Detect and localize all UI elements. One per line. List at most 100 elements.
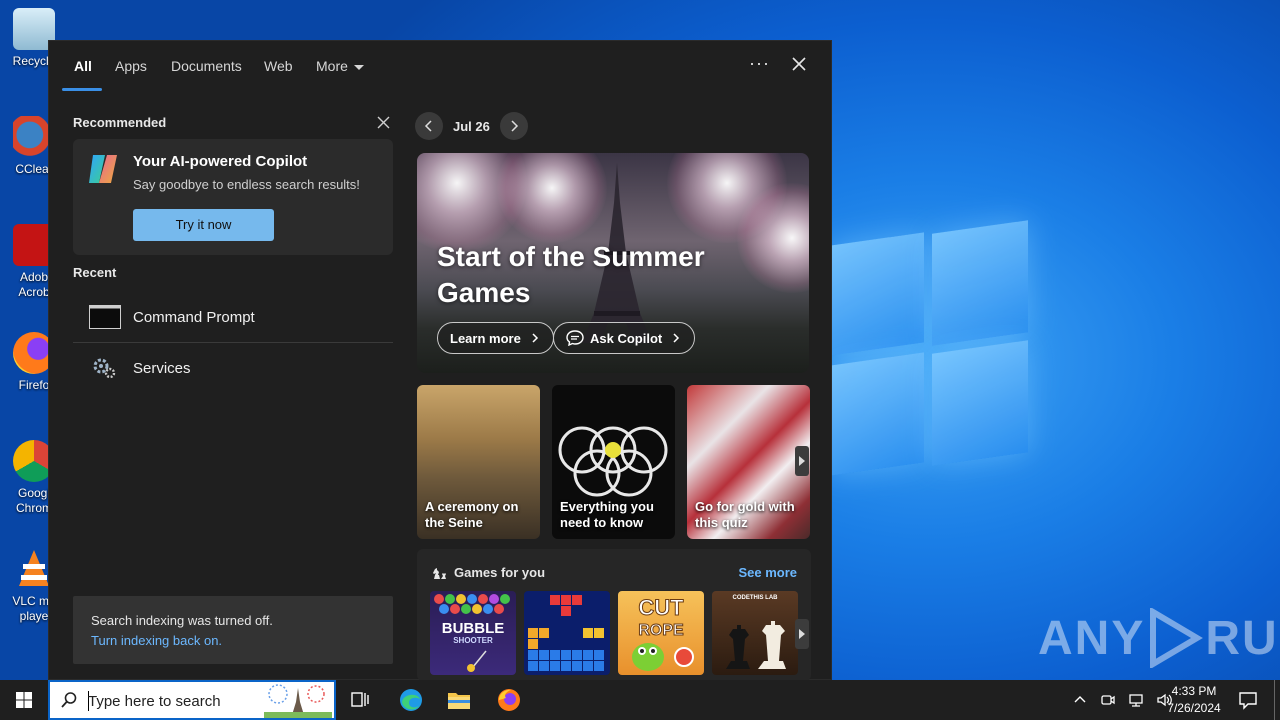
chess-image: CODETHIS LAB	[726, 595, 786, 669]
search-highlight-eiffel-icon	[264, 684, 332, 718]
svg-text:BUBBLE: BUBBLE	[442, 620, 505, 637]
task-view-icon	[351, 692, 369, 707]
copilot-card-title: Your AI-powered Copilot	[133, 153, 308, 170]
cut-the-rope-image: CUT ROPE	[632, 595, 694, 671]
windows-logo-wallpaper	[830, 220, 1030, 480]
search-tabs: All Apps Documents Web More ···	[49, 41, 833, 93]
clock-time: 4:33 PM	[1171, 684, 1217, 698]
meet-now-icon[interactable]	[1100, 692, 1116, 708]
search-panel: All Apps Documents Web More ··· Recommen…	[48, 40, 833, 681]
firefox-icon	[498, 689, 520, 711]
chevron-right-icon	[511, 120, 518, 132]
indexing-message: Search indexing was turned off.	[91, 613, 273, 628]
tab-apps[interactable]: Apps	[115, 58, 147, 74]
card-caption: Everything you need to know	[560, 499, 654, 530]
chevron-left-icon	[424, 120, 432, 132]
close-panel-button[interactable]	[791, 56, 807, 77]
chevron-right-icon	[799, 629, 805, 639]
games-section: Games for you See more BUBBLE SHOOTER CU…	[417, 549, 811, 681]
clock-date: 7/26/2024	[1167, 701, 1221, 715]
windows-start-icon	[16, 692, 32, 708]
svg-text:SHOOTER: SHOOTER	[453, 636, 493, 645]
edge-icon	[400, 689, 422, 711]
taskbar-edge[interactable]	[397, 686, 425, 714]
dismiss-recommended-button[interactable]	[377, 116, 390, 134]
games-scroll-right-button[interactable]	[795, 619, 809, 649]
recent-item-command-prompt[interactable]: Command Prompt	[73, 292, 393, 342]
notification-icon	[1239, 692, 1257, 710]
hero-title: Start of the Summer Games	[437, 241, 705, 308]
chevron-right-icon	[532, 333, 538, 343]
gear-icon	[93, 358, 116, 379]
ask-copilot-button[interactable]: Ask Copilot	[553, 322, 696, 354]
desktop-icon-label: Adob Acrob	[18, 270, 50, 299]
blocks-image	[528, 595, 604, 671]
copilot-promo-card[interactable]: Your AI-powered Copilot Say goodbye to e…	[73, 139, 393, 255]
bubble-shooter-image: BUBBLE SHOOTER	[434, 594, 510, 672]
hero-card[interactable]: Start of the Summer Games Learn more Ask…	[417, 153, 809, 373]
desktop-icon-label: Firefo	[18, 378, 50, 392]
chevron-right-icon	[673, 333, 680, 343]
anyrun-watermark: ANY RUN	[1038, 608, 1280, 668]
close-icon	[792, 57, 806, 71]
taskbar-firefox[interactable]	[495, 686, 523, 714]
recent-item-label: Services	[133, 359, 191, 377]
copilot-logo-icon	[89, 155, 117, 183]
taskbar-search-box[interactable]: Type here to search	[48, 680, 336, 720]
game-tile-bubble-shooter[interactable]: BUBBLE SHOOTER	[430, 591, 516, 675]
tab-more-label: More	[316, 58, 348, 74]
game-piece-icon	[433, 568, 446, 579]
turn-indexing-on-link[interactable]: Turn indexing back on.	[91, 633, 222, 648]
taskbar-file-explorer[interactable]	[445, 686, 473, 714]
recent-item-label: Command Prompt	[133, 308, 255, 326]
cards-scroll-right-button[interactable]	[795, 446, 809, 476]
show-desktop-divider[interactable]	[1274, 680, 1275, 720]
network-icon[interactable]	[1128, 692, 1144, 708]
game-tile-blocks[interactable]	[524, 591, 610, 675]
try-it-now-button[interactable]: Try it now	[133, 209, 274, 241]
start-button[interactable]	[0, 680, 48, 720]
chevron-down-icon	[353, 64, 364, 70]
tab-all[interactable]: All	[74, 58, 92, 74]
see-more-link[interactable]: See more	[738, 565, 797, 580]
date-label: Jul 26	[453, 118, 490, 134]
previous-day-button[interactable]	[415, 112, 443, 140]
chevron-up-icon[interactable]	[1072, 692, 1088, 708]
tab-web[interactable]: Web	[264, 58, 293, 74]
task-view-button[interactable]	[346, 686, 374, 714]
date-navigation: Jul 26	[415, 111, 528, 141]
next-day-button[interactable]	[499, 112, 528, 140]
news-card-ceremony[interactable]: A ceremony on the Seine	[417, 385, 540, 539]
indexing-notice: Search indexing was turned off. Turn ind…	[73, 596, 393, 664]
folder-icon	[448, 693, 470, 709]
action-center-button[interactable]	[1236, 688, 1260, 712]
desktop-icon-label: Googl Chrom	[15, 486, 52, 515]
recent-heading: Recent	[73, 265, 117, 280]
tab-documents[interactable]: Documents	[171, 58, 242, 74]
svg-text:ROPE: ROPE	[638, 622, 684, 639]
ask-copilot-label: Ask Copilot	[590, 330, 663, 346]
copilot-card-subtitle: Say goodbye to endless search results!	[133, 177, 360, 192]
game-tile-chess[interactable]: CODETHIS LAB	[712, 591, 798, 675]
search-icon	[61, 692, 77, 708]
game-tile-cut-the-rope[interactable]: CUT ROPE	[618, 591, 704, 675]
card-caption: Go for gold with this quiz	[695, 499, 795, 530]
news-card-explainer[interactable]: Everything you need to know	[552, 385, 675, 539]
taskbar-clock[interactable]: 4:33 PM 7/26/2024	[1160, 683, 1228, 717]
command-prompt-icon	[89, 305, 121, 329]
more-options-icon[interactable]: ···	[749, 53, 770, 74]
active-tab-indicator	[62, 88, 102, 91]
close-icon	[377, 116, 390, 129]
recent-item-services[interactable]: Services	[73, 343, 393, 393]
svg-text:CUT: CUT	[638, 595, 684, 620]
card-caption: A ceremony on the Seine	[425, 499, 519, 530]
learn-more-label: Learn more	[450, 330, 521, 346]
recommended-heading: Recommended	[73, 115, 167, 130]
news-card-quiz[interactable]: Go for gold with this quiz	[687, 385, 810, 539]
games-heading: Games for you	[454, 565, 546, 580]
tab-more[interactable]: More	[316, 58, 364, 74]
search-placeholder: Type here to search	[88, 693, 221, 710]
learn-more-button[interactable]: Learn more	[437, 322, 554, 354]
chat-bubble-icon	[566, 330, 584, 346]
chevron-right-icon	[799, 456, 805, 466]
